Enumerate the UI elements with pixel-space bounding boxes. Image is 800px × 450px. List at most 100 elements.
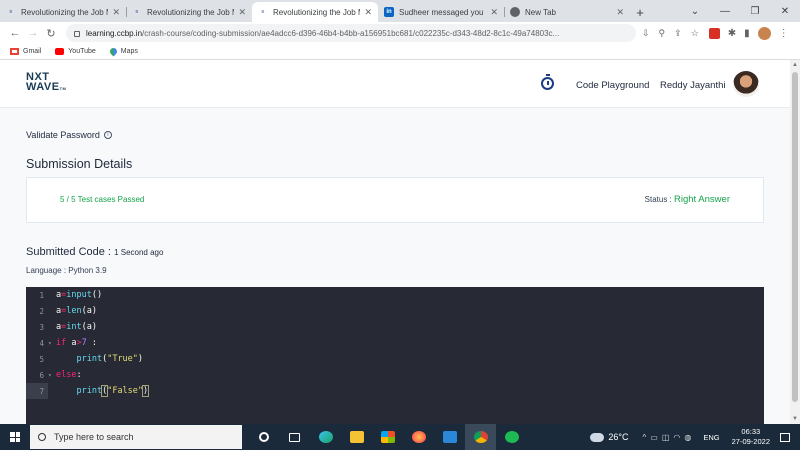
language-label: Language : Python 3.9: [26, 266, 107, 275]
bookmark-star-icon[interactable]: ☆: [691, 28, 699, 39]
line-number: 1: [39, 290, 44, 300]
gmail-icon: [10, 48, 19, 55]
browser-tab[interactable]: ≡ Revolutionizing the Job M ✕: [126, 2, 252, 22]
user-avatar[interactable]: [733, 71, 759, 97]
scroll-up-icon[interactable]: ▲: [792, 62, 798, 68]
page-scrollbar[interactable]: ▲ ▼: [790, 60, 800, 424]
zoom-icon[interactable]: ⚲: [659, 28, 666, 39]
bookmark-youtube[interactable]: YouTube: [55, 48, 96, 55]
nxtwave-icon: ≡: [135, 8, 139, 15]
forward-icon[interactable]: →: [24, 27, 42, 39]
code-editor[interactable]: 1 a=input() 2 a=len(a) 3 a=int(a) 4 ▾ if …: [26, 287, 764, 424]
result-card: 5 / 5 Test cases Passed Status : Right A…: [26, 177, 764, 223]
close-icon[interactable]: ✕: [364, 7, 372, 18]
firefox-icon[interactable]: [403, 424, 434, 450]
scroll-down-icon[interactable]: ▼: [792, 416, 798, 422]
tab-title: New Tab: [525, 7, 556, 17]
back-icon[interactable]: ←: [6, 27, 24, 39]
lock-icon[interactable]: [74, 31, 80, 37]
mail-icon[interactable]: [434, 424, 465, 450]
browser-toolbar: ← → ↻ learning.ccbp.in/crash-course/codi…: [0, 22, 800, 44]
site-header: NXT WAVETM Code Playground Reddy Jayanth…: [0, 60, 790, 108]
tab-strip: ≡ Revolutionizing the Job M ✕ ≡ Revoluti…: [0, 0, 800, 22]
edge-icon[interactable]: [310, 424, 341, 450]
close-icon[interactable]: ✕: [112, 7, 120, 18]
youtube-icon: [55, 48, 65, 55]
side-panel-icon[interactable]: ▮: [744, 28, 750, 39]
scrollbar-thumb[interactable]: [792, 72, 798, 402]
line-number: 7: [26, 383, 48, 399]
notification-icon[interactable]: [780, 432, 790, 442]
input-language[interactable]: ENG: [703, 433, 719, 442]
line-number: 4: [39, 338, 44, 348]
bookmark-gmail[interactable]: Gmail: [10, 48, 41, 55]
page-content: NXT WAVETM Code Playground Reddy Jayanth…: [0, 60, 790, 424]
profile-avatar[interactable]: [757, 26, 771, 40]
weather-widget[interactable]: 26°C: [590, 432, 629, 442]
submission-heading: Submission Details: [26, 157, 133, 171]
code-line: 6 ▾ else:: [26, 367, 764, 383]
window-controls: ⌄ — ❐ ✕: [680, 0, 800, 22]
extension-icon[interactable]: [708, 27, 720, 39]
line-number: 6: [39, 370, 44, 380]
taskbar-search[interactable]: Type here to search: [30, 425, 242, 449]
search-icon: [38, 433, 46, 441]
question-title[interactable]: Validate Password i: [26, 130, 112, 140]
code-line: 1 a=input(): [26, 287, 764, 303]
nxtwave-icon: ≡: [261, 8, 265, 15]
code-line: 4 ▾ if a>7 :: [26, 335, 764, 351]
close-icon[interactable]: ✕: [238, 7, 246, 18]
browser-tab[interactable]: New Tab ✕: [504, 2, 630, 22]
test-result: 5 / 5 Test cases Passed: [60, 195, 145, 204]
share-icon[interactable]: ⇪: [674, 28, 682, 39]
file-explorer-icon[interactable]: [341, 424, 372, 450]
extensions-puzzle-icon[interactable]: ✱: [728, 28, 736, 39]
timer-icon[interactable]: [541, 74, 554, 90]
url-text: learning.ccbp.in/crash-course/coding-sub…: [86, 28, 560, 38]
task-view-icon[interactable]: [279, 424, 310, 450]
menu-icon[interactable]: ⋮: [779, 28, 789, 39]
start-button[interactable]: [0, 424, 30, 450]
new-tab-button[interactable]: +: [630, 2, 650, 22]
code-line: 3 a=int(a): [26, 319, 764, 335]
chrome-taskbar-icon[interactable]: [465, 424, 496, 450]
submitted-code-label: Submitted Code : 1 Second ago: [26, 246, 164, 258]
windows-icon: [10, 432, 20, 442]
tab-title: Sudheer messaged you: [399, 7, 484, 17]
code-line: 5 print("True"): [26, 351, 764, 367]
browser-tab[interactable]: ≡ Revolutionizing the Job M ✕: [0, 2, 126, 22]
clock[interactable]: 06:33 27-09-2022: [732, 427, 770, 447]
tab-title: Revolutionizing the Job M: [21, 7, 109, 17]
maps-icon: [108, 46, 119, 57]
close-window-icon[interactable]: ✕: [770, 6, 800, 17]
address-bar[interactable]: learning.ccbp.in/crash-course/coding-sub…: [66, 24, 636, 42]
reload-icon[interactable]: ↻: [42, 27, 60, 40]
minimize-icon[interactable]: —: [710, 6, 740, 17]
system-tray: 26°C ^▭◫◠◍ ENG 06:33 27-09-2022: [590, 424, 800, 450]
install-icon[interactable]: ⇩: [642, 28, 650, 39]
code-playground-link[interactable]: Code Playground: [576, 80, 649, 91]
close-icon[interactable]: ✕: [490, 7, 498, 18]
nxtwave-logo[interactable]: NXT WAVETM: [26, 72, 66, 94]
line-number: 5: [39, 354, 44, 364]
tray-icons[interactable]: ^▭◫◠◍: [643, 433, 696, 442]
browser-tab[interactable]: in Sudheer messaged you ✕: [378, 2, 504, 22]
code-line-active: 7 print("False"): [26, 383, 764, 399]
bookmarks-bar: Gmail YouTube Maps: [0, 44, 800, 60]
linkedin-icon: in: [384, 7, 394, 17]
bookmark-maps[interactable]: Maps: [108, 46, 138, 57]
code-line: 2 a=len(a): [26, 303, 764, 319]
cloud-icon: [590, 432, 605, 442]
store-icon[interactable]: [372, 424, 403, 450]
submitted-time: 1 Second ago: [114, 248, 164, 257]
user-name[interactable]: Reddy Jayanthi: [660, 80, 725, 91]
spotify-icon[interactable]: [496, 424, 527, 450]
cortana-icon[interactable]: [248, 424, 279, 450]
browser-tab-active[interactable]: ≡ Revolutionizing the Job M ✕: [252, 2, 378, 22]
restore-icon[interactable]: ❐: [740, 6, 770, 17]
nxtwave-icon: ≡: [9, 8, 13, 15]
info-icon[interactable]: i: [103, 131, 112, 139]
tab-title: Revolutionizing the Job M: [147, 7, 235, 17]
close-icon[interactable]: ✕: [616, 7, 624, 18]
tab-search-icon[interactable]: ⌄: [680, 6, 710, 17]
